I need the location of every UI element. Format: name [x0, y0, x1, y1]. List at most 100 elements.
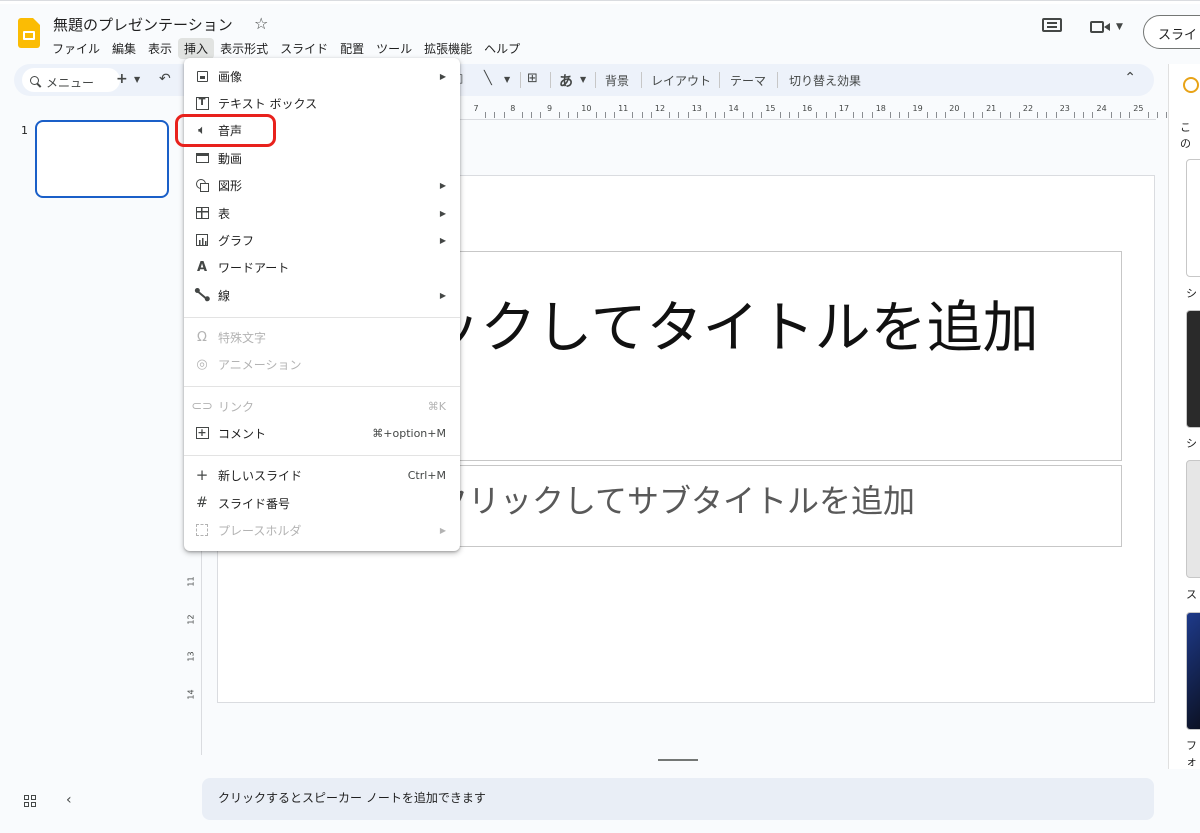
- menu-item-label: グラフ: [218, 233, 255, 248]
- ruler-number: 18: [875, 104, 886, 113]
- ruler-tick: [816, 112, 818, 118]
- chevron-left-icon[interactable]: ‹: [66, 792, 72, 808]
- placeholder-icon: [195, 523, 209, 537]
- ruler-number: 20: [949, 104, 960, 113]
- menu-insert[interactable]: 挿入: [178, 38, 215, 59]
- ruler-tick: [1156, 112, 1158, 118]
- ruler-tick: [706, 112, 707, 118]
- grid-view-icon[interactable]: [24, 795, 37, 808]
- menu-item-label: 新しいスライド: [218, 468, 303, 483]
- transition-button[interactable]: 切り替え効果: [789, 72, 861, 89]
- insert-table-item[interactable]: 表 ▶: [184, 200, 460, 226]
- slideshow-button[interactable]: スライド: [1143, 15, 1200, 49]
- insert-slide-number-item[interactable]: # スライド番号: [184, 490, 460, 516]
- menu-slide[interactable]: スライド: [274, 38, 334, 59]
- vertical-ruler-number: 11: [186, 576, 196, 587]
- menubar: ファイル 編集 表示 挿入 表示形式 スライド 配置 ツール 拡張機能 ヘルプ: [46, 38, 526, 59]
- theme-card[interactable]: [1186, 159, 1200, 277]
- menu-edit[interactable]: 編集: [106, 38, 142, 59]
- slides-logo-icon[interactable]: [18, 18, 40, 48]
- menu-format[interactable]: 表示形式: [214, 38, 274, 59]
- new-slide-dropdown-icon[interactable]: ▼: [134, 75, 140, 84]
- insert-video-item[interactable]: 動画: [184, 145, 460, 171]
- insert-comment-item[interactable]: + コメント ⌘+option+M: [184, 420, 460, 446]
- ruler-tick: [945, 112, 947, 118]
- menu-view[interactable]: 表示: [142, 38, 178, 59]
- insert-new-slide-item[interactable]: + 新しいスライド Ctrl+M: [184, 462, 460, 488]
- submenu-arrow-icon: ▶: [439, 525, 446, 535]
- document-title[interactable]: 無題のプレゼンテーション: [53, 14, 233, 35]
- theme-card[interactable]: [1186, 612, 1200, 730]
- line-tool-icon[interactable]: ╲: [484, 71, 492, 86]
- comment-history-icon[interactable]: [1042, 18, 1062, 36]
- insert-shape-item[interactable]: 図形 ▶: [184, 172, 460, 198]
- insert-textbox-item[interactable]: T テキスト ボックス: [184, 90, 460, 116]
- ruler-tick: [936, 112, 937, 118]
- ruler-tick: [908, 112, 910, 118]
- ruler-tick: [1055, 112, 1057, 118]
- input-tools-dropdown-icon[interactable]: ▼: [580, 75, 586, 84]
- menu-item-label: 図形: [218, 178, 243, 193]
- horizontal-ruler: 7 8 9 10 11 12 13 14 15 16 17 18 19 20 21 22 23 24 25: [460, 100, 1167, 120]
- menu-arrange[interactable]: 配置: [334, 38, 370, 59]
- new-slide-button[interactable]: +: [116, 71, 128, 87]
- ruler-number: 17: [838, 104, 850, 113]
- ruler-tick: [1000, 112, 1002, 118]
- insert-image-item[interactable]: 画像 ▶: [184, 63, 460, 89]
- ruler-tick: [1166, 112, 1167, 118]
- ruler-tick: [1129, 112, 1131, 118]
- ruler-tick: [669, 112, 671, 118]
- input-tools-button[interactable]: あ: [559, 71, 573, 91]
- ruler-tick: [890, 112, 891, 118]
- ruler-tick: [1092, 112, 1094, 118]
- star-icon[interactable]: ☆: [254, 14, 268, 33]
- theme-card[interactable]: [1186, 460, 1200, 578]
- ruler-tick: [1046, 112, 1048, 118]
- line-dropdown-icon[interactable]: ▼: [504, 75, 510, 84]
- menu-search-input[interactable]: メニュー: [22, 68, 120, 92]
- insert-audio-item[interactable]: 🔈︎ 音声: [184, 117, 460, 143]
- ruler-tick: [798, 112, 799, 118]
- menu-tools[interactable]: ツール: [370, 38, 418, 59]
- ruler-number: 22: [1022, 104, 1034, 113]
- layout-button[interactable]: レイアウト: [651, 72, 711, 89]
- ruler-tick: [853, 112, 855, 118]
- ruler-tick: [963, 112, 965, 118]
- speaker-notes-field[interactable]: クリックするとスピーカー ノートを追加できます: [202, 778, 1154, 820]
- palette-icon[interactable]: [1183, 77, 1199, 93]
- meet-camera-icon[interactable]: ▼: [1090, 18, 1123, 38]
- ruler-tick: [1083, 112, 1085, 118]
- ruler-tick: [595, 112, 597, 118]
- collapse-toolbar-icon[interactable]: ⌃: [1124, 70, 1136, 86]
- ruler-tick: [982, 112, 983, 118]
- vertical-ruler-number: 12: [186, 613, 196, 625]
- insert-wordart-item[interactable]: A ワードアート: [184, 254, 460, 280]
- video-icon: [195, 151, 209, 165]
- undo-button[interactable]: ↶: [159, 71, 171, 87]
- insert-line-item[interactable]: 線 ▶: [184, 282, 460, 308]
- ruler-number: 15: [765, 104, 776, 113]
- background-button[interactable]: 背景: [605, 72, 629, 89]
- ruler-tick: [568, 112, 569, 118]
- insert-chart-item[interactable]: グラフ ▶: [184, 227, 460, 253]
- toolbar-divider: [520, 72, 521, 88]
- menu-item-label: プレースホルダ: [218, 523, 302, 538]
- ruler-number: 12: [654, 104, 666, 113]
- slide-thumbnail[interactable]: [35, 120, 169, 198]
- menu-extensions[interactable]: 拡張機能: [418, 38, 478, 59]
- menu-help[interactable]: ヘルプ: [478, 38, 526, 59]
- ruler-tick: [972, 112, 974, 118]
- ruler-tick: [871, 112, 873, 118]
- comment-add-icon[interactable]: ⊞: [527, 71, 538, 86]
- ruler-tick: [678, 112, 680, 118]
- ruler-tick: [779, 112, 781, 118]
- ruler-tick: [614, 112, 615, 118]
- theme-button[interactable]: テーマ: [730, 72, 766, 89]
- link-icon: ⊂⊃: [191, 398, 213, 414]
- theme-card[interactable]: [1186, 310, 1200, 428]
- toolbar-divider: [550, 72, 551, 88]
- menu-file[interactable]: ファイル: [46, 38, 106, 59]
- insert-animation-item: ◎ アニメーション: [184, 351, 460, 377]
- notes-resize-handle[interactable]: [658, 759, 698, 761]
- ruler-tick: [1018, 112, 1020, 118]
